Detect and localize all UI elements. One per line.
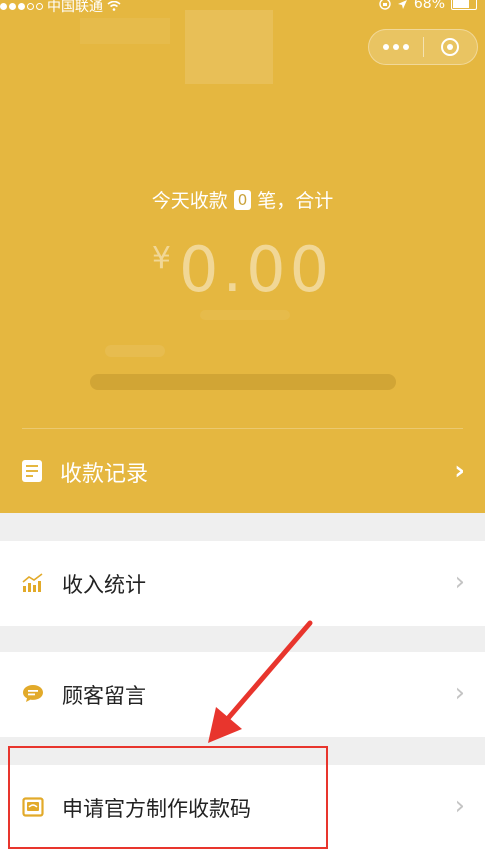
status-bar: 中国联通 68% xyxy=(0,0,485,16)
message-bubble-icon xyxy=(23,685,43,702)
more-dots-icon xyxy=(383,44,389,50)
customer-messages-label: 顾客留言 xyxy=(62,684,146,708)
income-stats-label: 收入统计 xyxy=(62,573,146,597)
background-decoration xyxy=(80,18,170,44)
today-amount: ¥ 0.00 xyxy=(0,235,485,305)
today-count-badge: 0 xyxy=(233,189,252,210)
close-ring-icon xyxy=(441,38,460,56)
signal-icon xyxy=(0,2,43,10)
wifi-icon xyxy=(107,1,121,11)
today-suffix: 笔，合计 xyxy=(257,190,334,212)
annotation-arrow xyxy=(208,620,313,743)
mini-program-capsule xyxy=(368,29,478,65)
chevron-right-icon: › xyxy=(454,567,465,597)
status-right: 68% xyxy=(379,0,477,12)
currency-symbol: ¥ xyxy=(151,241,172,276)
today-summary: 今天收款 0 笔，合计 xyxy=(0,186,485,213)
amount-value: 0.00 xyxy=(179,233,334,306)
status-left: 中国联通 xyxy=(0,0,121,16)
location-icon xyxy=(397,0,407,9)
payment-records-label: 收款记录 xyxy=(60,462,149,487)
carrier-name: 中国联通 xyxy=(47,0,103,15)
income-stats-row[interactable]: 收入统计 › xyxy=(0,541,485,626)
battery-percent: 68% xyxy=(413,0,445,12)
divider xyxy=(22,428,463,429)
annotation-highlight-box xyxy=(8,746,328,849)
chevron-right-icon: › xyxy=(454,456,465,486)
blurred-placeholder xyxy=(90,374,396,390)
blurred-placeholder xyxy=(200,310,290,320)
bar-chart-icon xyxy=(22,573,43,592)
header-panel: 中国联通 68% 今天收款 0 笔，合计 ¥ 0.00 收款记录 › xyxy=(0,0,485,513)
close-button[interactable] xyxy=(424,29,477,65)
chevron-right-icon: › xyxy=(454,678,465,708)
blurred-placeholder xyxy=(105,345,165,357)
battery-icon xyxy=(451,0,477,10)
today-prefix: 今天收款 xyxy=(151,190,228,212)
background-decoration xyxy=(185,10,273,84)
payment-records-row[interactable]: 收款记录 › xyxy=(0,430,485,513)
rotation-lock-icon xyxy=(379,0,391,10)
chevron-right-icon: › xyxy=(454,791,465,821)
document-icon xyxy=(22,460,42,482)
more-button[interactable] xyxy=(369,29,423,65)
